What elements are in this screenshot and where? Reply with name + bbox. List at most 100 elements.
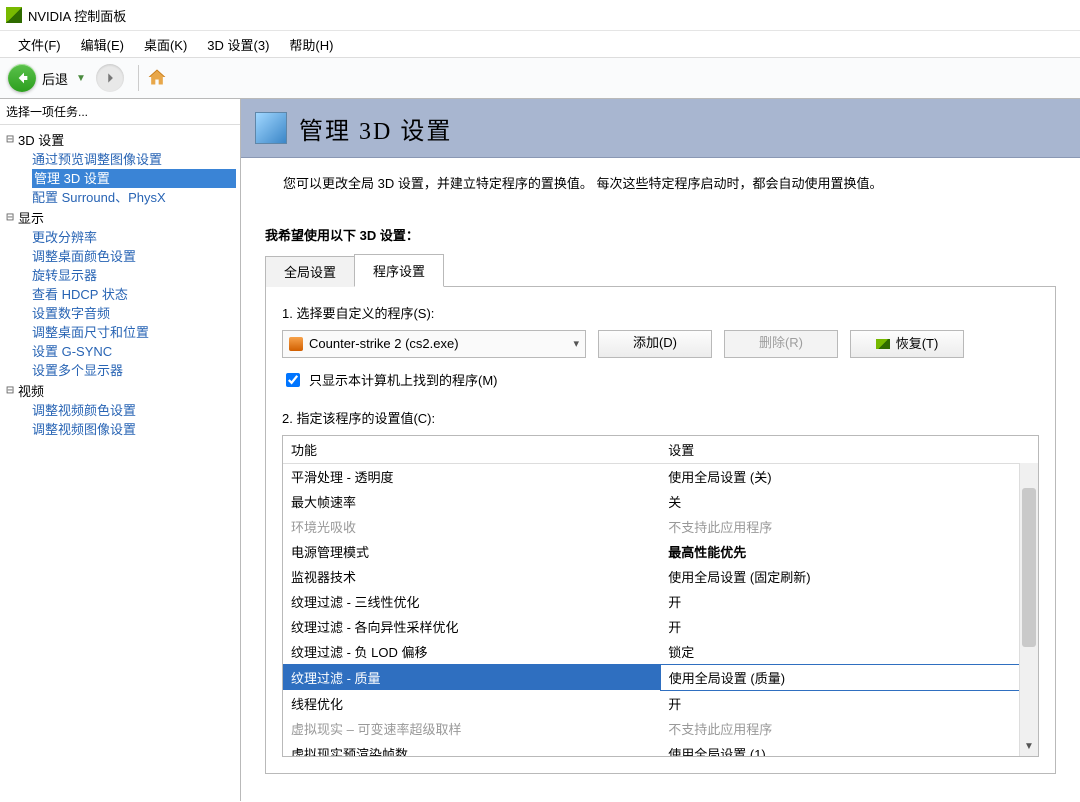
settings-feature: 虚拟现实预渲染帧数 [283, 741, 660, 756]
tree-group-label: 显示 [18, 208, 44, 227]
settings-value[interactable]: 开 [660, 690, 1037, 716]
restore-button[interactable]: 恢复(T) [850, 330, 964, 358]
restore-button-label: 恢复(T) [896, 332, 939, 356]
settings-row[interactable]: 纹理过滤 - 质量使用全局设置 (质量)▾ [283, 664, 1038, 690]
step1-label: 1. 选择要自定义的程序(S): [282, 303, 1039, 322]
tree-link[interactable]: 调整视频图像设置 [32, 420, 236, 439]
tree-link[interactable]: 旋转显示器 [32, 266, 236, 285]
menu-item[interactable]: 编辑(E) [71, 33, 134, 56]
sidebar-title: 选择一项任务... [0, 99, 240, 125]
settings-value[interactable]: 锁定 [660, 639, 1037, 665]
program-icon [289, 337, 303, 351]
col-setting[interactable]: 设置 [660, 436, 1037, 464]
scroll-thumb[interactable] [1022, 488, 1036, 647]
tree-group-label: 3D 设置 [18, 130, 64, 149]
tree-link[interactable]: 设置数字音频 [32, 304, 236, 323]
tree-link[interactable]: 配置 Surround、PhysX [32, 188, 236, 207]
content-header-icon [255, 112, 287, 144]
forward-button[interactable] [96, 64, 124, 92]
settings-value[interactable]: 不支持此应用程序 [660, 514, 1037, 539]
settings-feature: 虚拟现实 – 可变速率超级取样 [283, 716, 660, 741]
page-title: 管理 3D 设置 [299, 111, 452, 146]
program-select[interactable]: Counter-strike 2 (cs2.exe) ▾ [282, 330, 586, 358]
settings-row[interactable]: 线程优化开 [283, 690, 1038, 716]
content-area: 管理 3D 设置 您可以更改全局 3D 设置，并建立特定程序的置换值。 每次这些… [241, 99, 1080, 801]
settings-value[interactable]: 使用全局设置 (1) [660, 741, 1037, 756]
settings-feature: 线程优化 [283, 690, 660, 716]
tree-expander-icon[interactable]: ⊟ [4, 210, 16, 225]
back-label: 后退 [42, 69, 68, 88]
settings-value[interactable]: 不支持此应用程序 [660, 716, 1037, 741]
settings-row[interactable]: 监视器技术使用全局设置 (固定刷新) [283, 564, 1038, 589]
tree-expander-icon[interactable]: ⊟ [4, 132, 16, 147]
menu-item[interactable]: 3D 设置(3) [197, 33, 279, 56]
tree-link[interactable]: 管理 3D 设置 [32, 169, 236, 188]
nvidia-icon [876, 339, 890, 349]
menu-item[interactable]: 文件(F) [8, 33, 71, 56]
settings-scrollbar[interactable]: ▲ ▼ [1019, 436, 1038, 756]
settings-value[interactable]: 使用全局设置 (固定刷新) [660, 564, 1037, 589]
settings-value[interactable]: 开 [660, 589, 1037, 614]
col-feature[interactable]: 功能 [283, 436, 660, 464]
sidebar: 选择一项任务... ⊟3D 设置通过预览调整图像设置管理 3D 设置配置 Sur… [0, 99, 241, 801]
content-header: 管理 3D 设置 [241, 99, 1080, 158]
scroll-track[interactable] [1020, 454, 1038, 738]
nvidia-logo-icon [6, 7, 22, 23]
tab-program-settings[interactable]: 程序设置 [354, 254, 444, 287]
back-button[interactable] [8, 64, 36, 92]
settings-row[interactable]: 虚拟现实 – 可变速率超级取样不支持此应用程序 [283, 716, 1038, 741]
tree-link[interactable]: 查看 HDCP 状态 [32, 285, 236, 304]
scroll-down-icon[interactable]: ▼ [1020, 738, 1038, 756]
settings-value[interactable]: 使用全局设置 (质量)▾ [660, 664, 1037, 690]
settings-feature: 环境光吸收 [283, 514, 660, 539]
only-local-checkbox-input[interactable] [286, 373, 300, 387]
settings-value[interactable]: 关 [660, 489, 1037, 514]
toolbar-separator [138, 65, 139, 91]
settings-row[interactable]: 虚拟现实预渲染帧数使用全局设置 (1) [283, 741, 1038, 756]
tab-strip: 全局设置 程序设置 [265, 254, 1056, 287]
remove-button: 删除(R) [724, 330, 838, 358]
settings-value[interactable]: 使用全局设置 (关) [660, 463, 1037, 489]
home-button[interactable] [147, 67, 167, 90]
settings-row[interactable]: 环境光吸收不支持此应用程序 [283, 514, 1038, 539]
tab-panel-program: 1. 选择要自定义的程序(S): Counter-strike 2 (cs2.e… [265, 287, 1056, 774]
menu-item[interactable]: 桌面(K) [134, 33, 197, 56]
tree-group-label: 视频 [18, 381, 44, 400]
settings-feature: 平滑处理 - 透明度 [283, 463, 660, 489]
step2-label: 2. 指定该程序的设置值(C): [282, 408, 1039, 427]
title-bar: NVIDIA 控制面板 [0, 0, 1080, 31]
section-heading: 我希望使用以下 3D 设置： [241, 205, 1080, 254]
settings-feature: 纹理过滤 - 负 LOD 偏移 [283, 639, 660, 665]
settings-grid: 功能 设置 平滑处理 - 透明度使用全局设置 (关)最大帧速率关环境光吸收不支持… [282, 435, 1039, 757]
menu-item[interactable]: 帮助(H) [279, 33, 343, 56]
settings-value[interactable]: 开 [660, 614, 1037, 639]
add-button[interactable]: 添加(D) [598, 330, 712, 358]
tree-link[interactable]: 更改分辨率 [32, 228, 236, 247]
menu-bar: 文件(F)编辑(E)桌面(K)3D 设置(3)帮助(H) [0, 31, 1080, 58]
toolbar: 后退 ▼ [0, 58, 1080, 99]
tree-link[interactable]: 调整视频颜色设置 [32, 401, 236, 420]
tree-link[interactable]: 设置 G-SYNC [32, 342, 236, 361]
tree-link[interactable]: 调整桌面颜色设置 [32, 247, 236, 266]
window-title: NVIDIA 控制面板 [28, 6, 126, 25]
settings-value[interactable]: 最高性能优先 [660, 539, 1037, 564]
tree-link[interactable]: 设置多个显示器 [32, 361, 236, 380]
tree-link[interactable]: 通过预览调整图像设置 [32, 150, 236, 169]
program-select-value: Counter-strike 2 (cs2.exe) [309, 336, 459, 351]
back-dropdown-chevron-icon[interactable]: ▼ [76, 73, 86, 84]
settings-feature: 纹理过滤 - 质量 [283, 664, 660, 690]
tree-link[interactable]: 调整桌面尺寸和位置 [32, 323, 236, 342]
settings-row[interactable]: 平滑处理 - 透明度使用全局设置 (关) [283, 463, 1038, 489]
program-row: Counter-strike 2 (cs2.exe) ▾ 添加(D) 删除(R)… [282, 330, 1039, 358]
settings-feature: 纹理过滤 - 三线性优化 [283, 589, 660, 614]
only-local-checkbox[interactable]: 只显示本计算机上找到的程序(M) [282, 370, 1039, 390]
settings-feature: 纹理过滤 - 各向异性采样优化 [283, 614, 660, 639]
settings-row[interactable]: 纹理过滤 - 三线性优化开 [283, 589, 1038, 614]
settings-row[interactable]: 电源管理模式最高性能优先 [283, 539, 1038, 564]
tree-expander-icon[interactable]: ⊟ [4, 383, 16, 398]
settings-row[interactable]: 最大帧速率关 [283, 489, 1038, 514]
settings-row[interactable]: 纹理过滤 - 负 LOD 偏移锁定 [283, 639, 1038, 665]
settings-row[interactable]: 纹理过滤 - 各向异性采样优化开 [283, 614, 1038, 639]
only-local-label: 只显示本计算机上找到的程序(M) [309, 370, 498, 389]
tab-global-settings[interactable]: 全局设置 [265, 256, 355, 287]
